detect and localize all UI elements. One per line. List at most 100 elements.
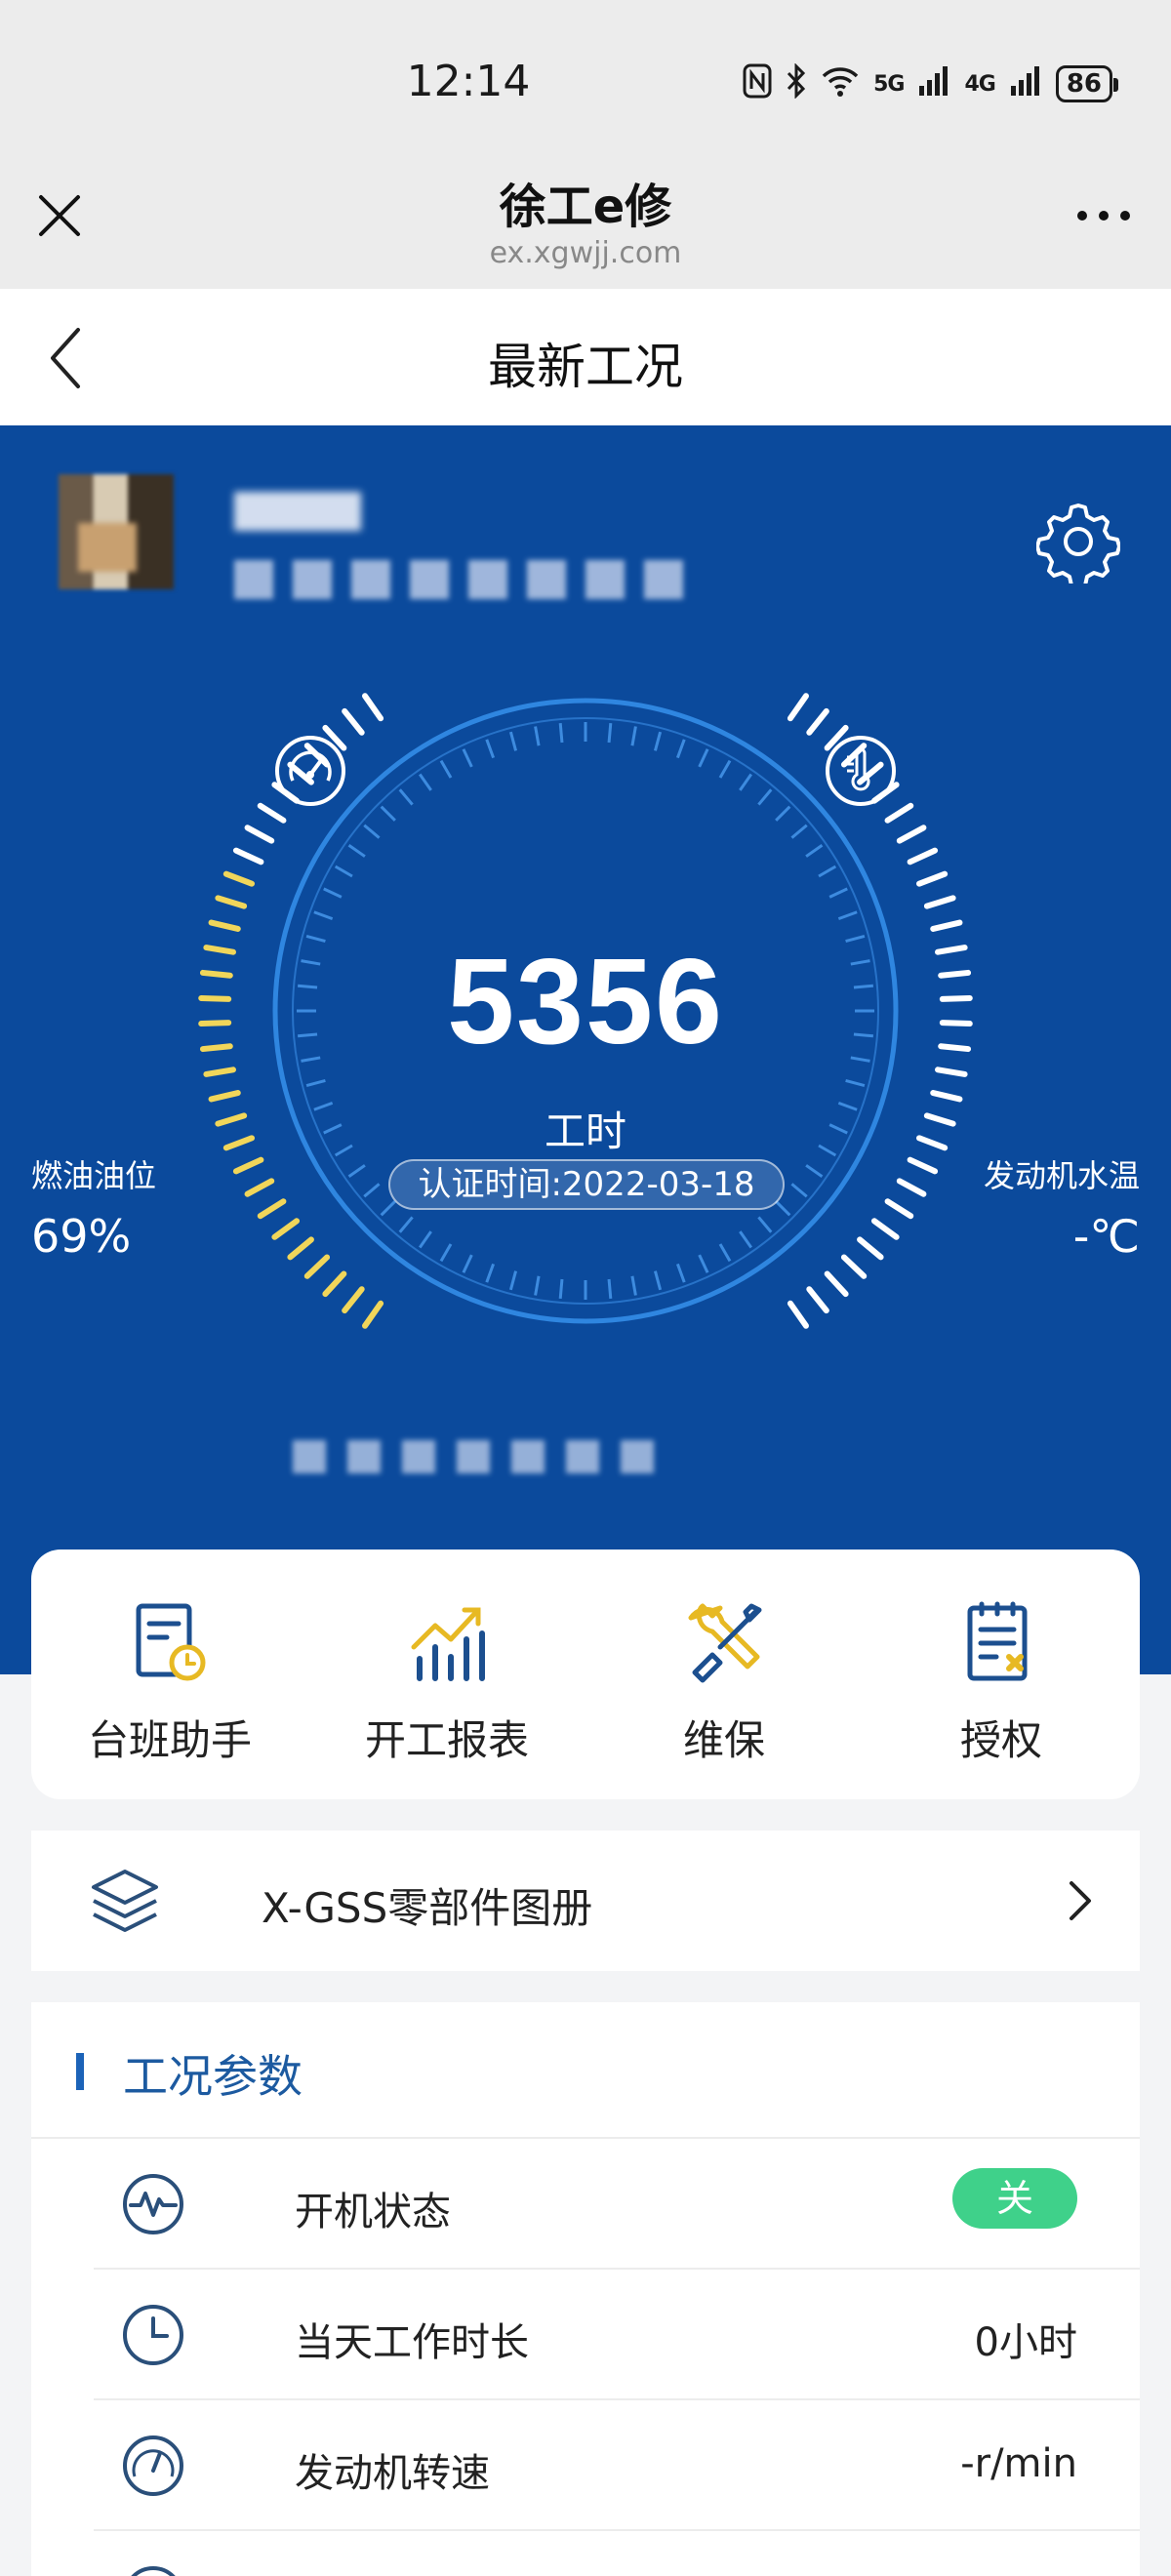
gauge-tick	[698, 1254, 709, 1273]
operating-params-card: 工况参数 开机状态 关 当天工作时长 0小时 发动机转速 -r/min	[31, 2002, 1140, 2576]
fuel-tick	[244, 1178, 275, 1197]
action-label: 台班助手	[87, 1716, 252, 1764]
gauge-tick	[347, 1164, 366, 1179]
fuel-tick	[257, 802, 287, 824]
temp-tick	[916, 870, 949, 887]
quick-actions-card: 台班助手 开工报表 维保 授权	[31, 1550, 1140, 1799]
gauge-tick	[363, 824, 381, 839]
layers-icon	[92, 1870, 158, 1932]
action-shift-assistant[interactable]: 台班助手	[31, 1550, 308, 1799]
param-label: 当天工作时长	[295, 2320, 529, 2365]
gauge-tick	[558, 722, 564, 744]
gauge-tick	[790, 824, 808, 839]
browser-title: 徐工e修	[499, 180, 672, 234]
param-row-power-status: 开机状态 关	[94, 2139, 1140, 2270]
fuel-tick	[232, 847, 264, 865]
fuel-tick	[208, 919, 241, 932]
fuel-tick	[342, 1286, 365, 1314]
gauge-tick	[462, 748, 473, 768]
temp-tick	[884, 802, 914, 824]
bluetooth-icon	[786, 61, 807, 105]
gauge-tick	[313, 910, 334, 921]
more-dot-icon	[1099, 211, 1109, 221]
gauge-tick	[418, 773, 432, 791]
signal-strength-icon	[1009, 64, 1042, 104]
gauge-tick	[508, 1270, 518, 1291]
power-status-badge: 关	[952, 2168, 1077, 2229]
more-dot-icon	[1120, 211, 1130, 221]
temp-tick	[806, 1286, 829, 1314]
gauge-icon	[131, 2566, 176, 2576]
temp-tick	[907, 847, 939, 865]
gauge-tick	[630, 726, 637, 746]
page-title: 最新工况	[488, 339, 683, 395]
pulse-icon	[123, 2174, 183, 2234]
work-hours-unit: 工时	[544, 1107, 626, 1155]
action-authorize[interactable]: 授权	[863, 1550, 1140, 1799]
more-options-button[interactable]	[1077, 211, 1130, 221]
engine-temp-label: 发动机水温	[983, 1157, 1140, 1194]
temp-tick	[923, 895, 956, 909]
param-label: 开机状态	[295, 2190, 451, 2234]
temp-tick	[884, 1198, 914, 1220]
gauge-tick	[439, 1243, 453, 1263]
fuel-tick	[303, 1254, 331, 1279]
browser-url: ex.xgwjj.com	[489, 236, 682, 270]
fuel-tick	[362, 693, 384, 722]
gauge-tick	[534, 1275, 541, 1296]
fuel-level-value: 69%	[31, 1210, 132, 1263]
parts-catalog-row[interactable]: X-GSS零部件图册	[31, 1831, 1140, 1971]
fuel-level-label: 燃油油位	[31, 1157, 157, 1194]
more-dot-icon	[1077, 211, 1087, 221]
action-maintenance[interactable]: 维保	[586, 1550, 863, 1799]
gauge-tick	[398, 788, 414, 806]
wrench-icon	[688, 1603, 762, 1683]
action-label: 授权	[959, 1716, 1042, 1764]
gauge-tick	[739, 1230, 753, 1249]
temp-tick	[896, 1178, 927, 1197]
system-status-bar: 12:14 5G 4G 86	[0, 0, 1171, 156]
gauge-tick	[790, 1183, 808, 1198]
fuel-tick	[287, 1236, 314, 1261]
gauge-tick	[363, 1183, 381, 1198]
action-label: 开工报表	[364, 1716, 529, 1764]
temp-tick	[806, 707, 829, 736]
gauge-tick	[805, 843, 824, 858]
gauge-tick	[418, 1230, 432, 1249]
signal-5g-label: 5G	[873, 71, 905, 97]
parts-catalog-label: X-GSS零部件图册	[262, 1884, 593, 1932]
gauge-tick	[739, 773, 753, 791]
nfc-icon	[743, 63, 772, 105]
gauge-tick	[757, 1216, 773, 1233]
gauge-tick	[398, 1216, 414, 1233]
redacted-location	[293, 1440, 673, 1473]
engine-temp-value: -℃	[1072, 1210, 1140, 1263]
chevron-right-icon	[1070, 1881, 1091, 1920]
bar-chart-icon	[411, 1607, 485, 1681]
gauge-tick	[607, 722, 613, 744]
gauge-tick	[508, 731, 518, 751]
param-row-next	[94, 2531, 1140, 2576]
gauge-tick	[485, 1263, 496, 1283]
temp-tick	[857, 1236, 884, 1261]
gauge-tick	[323, 887, 343, 899]
fuel-tick	[244, 825, 275, 844]
fuel-tick	[232, 1156, 264, 1175]
action-work-report[interactable]: 开工报表	[308, 1550, 586, 1799]
param-value: 0小时	[974, 2320, 1077, 2365]
gauge-tick	[698, 748, 709, 768]
gauge-tick	[845, 1078, 866, 1088]
action-label: 维保	[682, 1716, 765, 1764]
fuel-tick	[257, 1198, 287, 1220]
gauge-tick	[718, 759, 732, 779]
gauge-tick	[775, 1200, 791, 1217]
gauge-tick	[828, 887, 848, 899]
gauge-tick	[675, 1263, 686, 1283]
page-header: 最新工况	[0, 289, 1171, 425]
temp-tick	[907, 1156, 939, 1175]
gauge-tick	[485, 739, 496, 759]
gauge-tick	[653, 1270, 663, 1291]
tachometer-icon	[123, 2435, 183, 2496]
param-value: -r/min	[960, 2441, 1077, 2486]
section-accent-bar	[76, 2053, 84, 2090]
